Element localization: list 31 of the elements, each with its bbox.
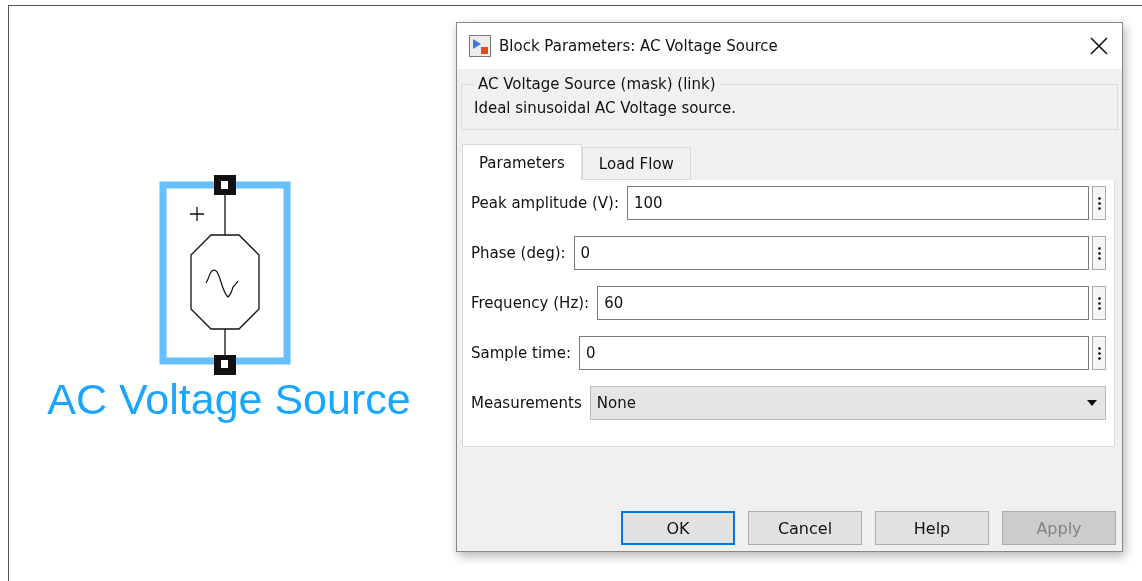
dialog-button[interactable]: OK: [621, 511, 735, 545]
parameter-label: Sample time:: [471, 344, 571, 362]
input-field[interactable]: 0: [578, 336, 1089, 370]
group-legend: AC Voltage Source (mask) (link): [474, 75, 720, 93]
vertical-dots-icon: [1097, 346, 1101, 360]
parameter-label: Measurements: [471, 394, 582, 412]
close-icon: [1090, 37, 1108, 55]
block-label: AC Voltage Source: [47, 375, 411, 424]
window-title: Block Parameters: AC Voltage Source: [499, 37, 779, 55]
caret-icon: [1087, 400, 1097, 406]
more-options-button[interactable]: [1092, 286, 1106, 320]
vertical-dots-icon: [1097, 296, 1101, 310]
dialog-button[interactable]: Help: [875, 511, 989, 545]
more-options-button[interactable]: [1092, 186, 1106, 220]
dropdown[interactable]: None: [589, 386, 1106, 420]
description-text: Ideal sinusoidal AC Voltage source.: [474, 99, 737, 117]
tab[interactable]: Load Flow: [581, 147, 691, 180]
parameter-label: Phase (deg):: [471, 244, 566, 262]
parameter-label: Frequency (Hz):: [471, 294, 590, 312]
more-options-button[interactable]: [1092, 336, 1106, 370]
input-field[interactable]: 100: [627, 186, 1089, 220]
dialog-button[interactable]: Cancel: [748, 511, 862, 545]
dropdown-value: None: [596, 394, 636, 412]
more-options-button[interactable]: [1092, 236, 1106, 270]
parameter-label: Peak amplitude (V):: [471, 194, 619, 212]
input-field[interactable]: 0: [573, 236, 1089, 270]
tab[interactable]: Parameters: [462, 144, 582, 180]
input-field[interactable]: 60: [597, 286, 1089, 320]
vertical-dots-icon: [1097, 246, 1101, 260]
app-icon: [469, 35, 491, 57]
vertical-dots-icon: [1097, 196, 1101, 210]
